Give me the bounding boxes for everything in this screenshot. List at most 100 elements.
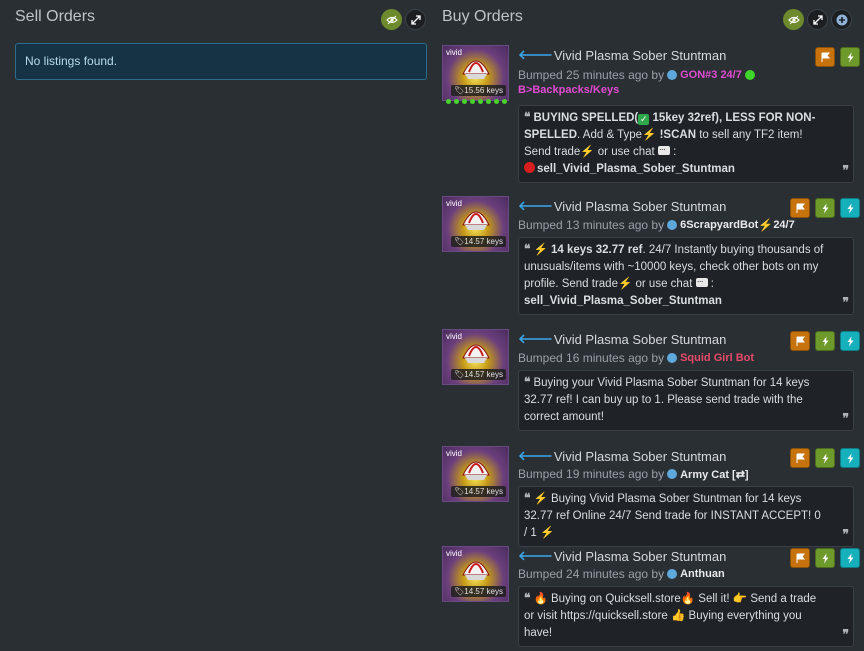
add-buy-order-button[interactable] (831, 9, 852, 30)
listing-message: ❝ Buying your Vivid Plasma Sober Stuntman… (518, 370, 854, 431)
item-thumbnail[interactable]: vivid 🏷14.57 keys (442, 446, 509, 502)
item-thumbnail[interactable]: vivid 🏷14.57 keys (442, 329, 509, 385)
quote-open-icon: ❝ (524, 491, 531, 505)
flag-icon (821, 52, 830, 62)
bumped-info: Bumped 25 minutes ago by GON#3 24/7 (518, 68, 755, 82)
category-link[interactable]: B>Backpacks/Keys (518, 84, 619, 96)
lightning-icon (822, 453, 828, 463)
lightning-icon (847, 336, 853, 346)
lightning-icon: ⚡ (533, 244, 548, 256)
quote-close-icon: ❞ (842, 411, 849, 425)
listing-message: ❝ ⚡ Buying Vivid Plasma Sober Stuntman fo… (518, 486, 854, 547)
price-tag: 🏷14.57 keys (451, 369, 506, 380)
quote-close-icon: ❞ (842, 163, 849, 177)
instant-trade-button[interactable] (840, 448, 860, 468)
flag-icon (796, 336, 805, 346)
fire-icon: 🔥 (533, 593, 548, 605)
item-name[interactable]: 🡐 Vivid Plasma Sober Stuntman (518, 331, 726, 347)
lightning-icon (847, 203, 853, 213)
online-status-icon (744, 70, 755, 80)
eye-icon (385, 15, 398, 24)
listing-item: vivid 🏷15.56 keys 🡐 Vivid Plasma Sober St… (442, 45, 860, 185)
report-button[interactable] (815, 47, 835, 67)
lightning-icon (847, 553, 853, 563)
trade-offer-button[interactable] (815, 448, 835, 468)
arrow-left-icon: 🡐 (518, 47, 553, 62)
item-name[interactable]: 🡐 Vivid Plasma Sober Stuntman (518, 548, 726, 564)
listing-actions (790, 548, 860, 568)
listing-message: ❝ ⚡ 14 keys 32.77 ref. 24/7 Instantly buy… (518, 237, 854, 315)
listing-item: vivid 🏷14.57 keys 🡐 Vivid Plasma Sober St… (442, 546, 860, 647)
user-link[interactable]: GON#3 24/7 (680, 69, 742, 81)
trade-offer-button[interactable] (815, 548, 835, 568)
listing-actions (815, 47, 860, 67)
lightning-icon: ⚡ (758, 218, 774, 232)
instant-trade-button[interactable] (840, 548, 860, 568)
item-thumbnail[interactable]: vivid 🏷14.57 keys (442, 546, 509, 602)
user-avatar (667, 469, 678, 479)
trade-offer-button[interactable] (815, 331, 835, 351)
instant-trade-button[interactable] (840, 331, 860, 351)
hat-icon (462, 60, 490, 79)
report-button[interactable] (790, 548, 810, 568)
item-name[interactable]: 🡐 Vivid Plasma Sober Stuntman (518, 198, 726, 214)
item-name[interactable]: 🡐 Vivid Plasma Sober Stuntman (518, 47, 726, 63)
buy-expand-button[interactable] (807, 9, 828, 30)
sell-visibility-button[interactable] (381, 9, 402, 30)
user-link[interactable]: Squid Girl Bot (680, 352, 754, 364)
price-tag: 🏷15.56 keys (451, 85, 506, 96)
user-avatar (667, 70, 678, 80)
spell-indicator (446, 99, 507, 104)
plus-icon (836, 14, 847, 25)
buy-orders-title: Buy Orders (442, 8, 523, 25)
user-link[interactable]: Anthuan (680, 568, 725, 580)
lightning-icon: ⚡ (617, 278, 633, 290)
listing-item: vivid 🏷14.57 keys 🡐 Vivid Plasma Sober St… (442, 196, 860, 316)
sell-expand-button[interactable] (405, 9, 426, 30)
item-thumbnail[interactable]: vivid 🏷15.56 keys (442, 45, 509, 104)
listing-item: vivid 🏷14.57 keys 🡐 Vivid Plasma Sober St… (442, 329, 860, 434)
price-tag: 🏷14.57 keys (451, 236, 506, 247)
lightning-icon (847, 52, 853, 62)
lightning-icon: ⚡ (642, 129, 657, 141)
item-thumbnail[interactable]: vivid 🏷14.57 keys (442, 196, 509, 252)
lightning-icon (822, 336, 828, 346)
bumped-info: Bumped 19 minutes ago by Army Cat [⇄] (518, 467, 749, 481)
buy-orders-column: Buy Orders vivid 🏷15.56 keys 🡐 Vivid Plas… (436, 0, 864, 651)
buy-visibility-button[interactable] (783, 9, 804, 30)
listing-actions (790, 198, 860, 218)
user-link[interactable]: Army Cat [⇄] (680, 468, 749, 481)
flag-icon (796, 553, 805, 563)
quote-open-icon: ❝ (524, 110, 531, 124)
lightning-icon (822, 203, 828, 213)
report-button[interactable] (790, 198, 810, 218)
quote-open-icon: ❝ (524, 375, 531, 389)
no-listings-alert: No listings found. (15, 43, 427, 80)
user-link[interactable]: 6ScrapyardBot (680, 219, 758, 231)
lightning-icon (847, 453, 853, 463)
report-button[interactable] (790, 448, 810, 468)
bumped-info: Bumped 13 minutes ago by 6ScrapyardBot ⚡ 2… (518, 218, 795, 232)
lightning-icon: ⚡ (580, 146, 595, 158)
trade-offer-button[interactable] (840, 47, 860, 67)
listing-message: ❝ 🔥 Buying on Quicksell.store🔥 Sell it! 👉… (518, 586, 854, 647)
lightning-icon: ⚡ (539, 527, 555, 539)
instant-trade-button[interactable] (840, 198, 860, 218)
price-tag: 🏷14.57 keys (451, 486, 506, 497)
listing-actions (790, 448, 860, 468)
arrow-left-icon: 🡐 (518, 198, 553, 213)
chat-icon (657, 141, 670, 158)
trade-offer-button[interactable] (815, 198, 835, 218)
report-button[interactable] (790, 331, 810, 351)
listing-item: vivid 🏷14.57 keys 🡐 Vivid Plasma Sober St… (442, 446, 860, 547)
lightning-icon (822, 553, 828, 563)
item-name[interactable]: 🡐 Vivid Plasma Sober Stuntman (518, 448, 726, 464)
sell-orders-column: Sell Orders No listings found. (0, 0, 436, 651)
expand-icon (812, 14, 823, 25)
quote-close-icon: ❞ (842, 295, 849, 309)
arrow-left-icon: 🡐 (518, 331, 553, 346)
check-icon: ✓ (638, 114, 650, 125)
thumbs-up-icon: 👍 (671, 610, 686, 622)
flag-icon (796, 203, 805, 213)
hat-icon (462, 561, 490, 580)
